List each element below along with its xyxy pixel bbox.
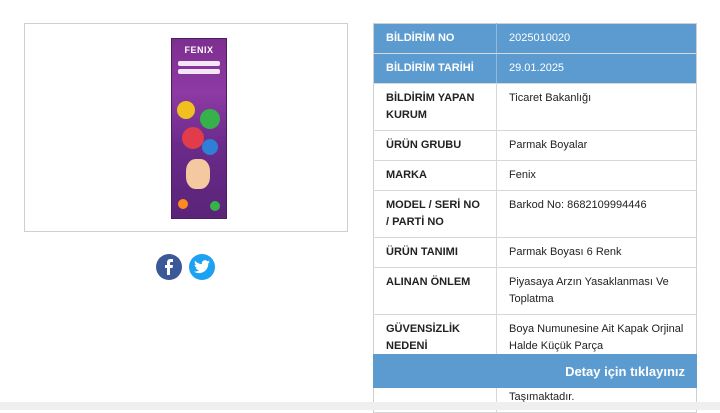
- info-row-key: BİLDİRİM NO: [373, 23, 497, 54]
- info-row: ALINAN ÖNLEM Piyasaya Arzın Yasaklanması …: [373, 267, 697, 315]
- child-figure: [186, 159, 210, 189]
- bottom-strip: [0, 402, 720, 410]
- info-row: MODEL / SERİ NO / PARTİ NO Barkod No: 868…: [373, 190, 697, 238]
- paint-splash: [178, 199, 188, 209]
- paint-splash: [177, 101, 195, 119]
- info-row-value: Piyasaya Arzın Yasaklanması Ve Toplatma: [496, 267, 697, 315]
- info-row: MARKA Fenix: [373, 160, 697, 191]
- info-row-value: Ticaret Bakanlığı: [496, 83, 697, 131]
- info-row-key: BİLDİRİM YAPAN KURUM: [373, 83, 497, 131]
- info-row-key: MARKA: [373, 160, 497, 191]
- info-row: BİLDİRİM NO 2025010020: [373, 23, 697, 54]
- paint-splash: [200, 109, 220, 129]
- product-panel: FENIX: [24, 23, 348, 232]
- info-row: ÜRÜN GRUBU Parmak Boyalar: [373, 130, 697, 161]
- info-row: ÜRÜN TANIMI Parmak Boyası 6 Renk: [373, 237, 697, 268]
- detail-button[interactable]: Detay için tıklayınız: [373, 354, 697, 388]
- info-row-key: ALINAN ÖNLEM: [373, 267, 497, 315]
- info-row-key: ÜRÜN GRUBU: [373, 130, 497, 161]
- info-row: BİLDİRİM YAPAN KURUM Ticaret Bakanlığı: [373, 83, 697, 131]
- facebook-icon[interactable]: [156, 254, 182, 280]
- product-brand-label: FENIX: [184, 45, 214, 55]
- info-row-value: 29.01.2025: [496, 53, 697, 84]
- paint-splash: [182, 127, 204, 149]
- info-row-value: Barkod No: 8682109994446: [496, 190, 697, 238]
- product-image-frame: FENIX: [24, 23, 348, 232]
- paint-splash: [210, 201, 220, 211]
- info-row-value: Parmak Boyalar: [496, 130, 697, 161]
- info-row: BİLDİRİM TARİHİ 29.01.2025: [373, 53, 697, 84]
- twitter-icon[interactable]: [189, 254, 215, 280]
- info-row-value: Parmak Boyası 6 Renk: [496, 237, 697, 268]
- paint-splash: [202, 139, 218, 155]
- info-row-value: Fenix: [496, 160, 697, 191]
- box-label-band: [178, 69, 220, 74]
- info-row-value: 2025010020: [496, 23, 697, 54]
- product-image[interactable]: FENIX: [171, 38, 227, 219]
- info-row-key: ÜRÜN TANIMI: [373, 237, 497, 268]
- social-share: [156, 254, 215, 280]
- box-label-band: [178, 61, 220, 66]
- info-row-key: MODEL / SERİ NO / PARTİ NO: [373, 190, 497, 238]
- info-row-key: BİLDİRİM TARİHİ: [373, 53, 497, 84]
